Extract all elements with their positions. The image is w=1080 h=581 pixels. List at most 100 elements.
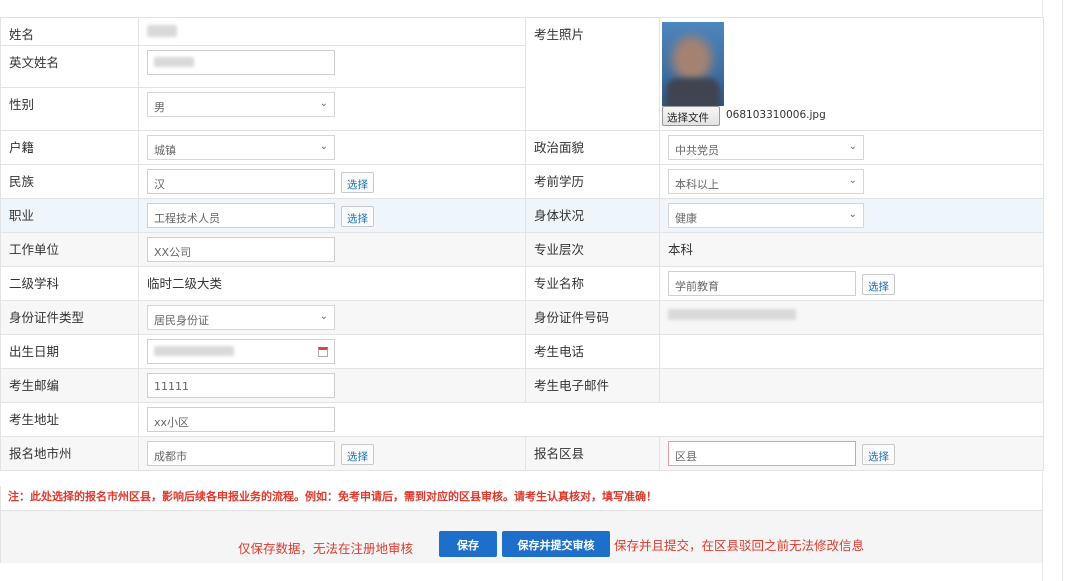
hukou-value-cell: 城镇 ⌄ <box>138 130 526 165</box>
english-name-value-cell <box>138 45 526 88</box>
postcode-input[interactable]: 11111 <box>147 373 335 398</box>
address-label: 考生地址 <box>9 412 60 427</box>
name-value-cell <box>138 17 526 46</box>
choose-file-button[interactable]: 选择文件 <box>662 106 720 126</box>
health-label-cell: 身体状况 <box>525 198 660 233</box>
gender-select[interactable]: 男 ⌄ <box>147 92 335 117</box>
chevron-down-icon: ⌄ <box>319 98 328 109</box>
phone-label: 考生电话 <box>534 344 585 359</box>
save-submit-button[interactable]: 保存并提交审核 <box>502 531 610 557</box>
subject-label-cell: 二级学科 <box>0 266 139 301</box>
gender-label: 性别 <box>9 97 35 112</box>
birth-date-input[interactable] <box>147 339 335 364</box>
birth-label-cell: 出生日期 <box>0 334 139 369</box>
political-label-cell: 政治面貌 <box>525 130 660 165</box>
phone-value-cell <box>659 334 1044 369</box>
district-input[interactable]: 区县 <box>668 441 856 466</box>
subject-value-cell: 临时二级大类 <box>138 266 526 301</box>
submit-hint: 保存并且提交，在区县驳回之前无法修改信息 <box>614 538 865 553</box>
warning-note: 注：此处选择的报名市州区县，影响后续各申报业务的流程。例如：免考申请后，需到对应… <box>8 490 657 503</box>
id-type-label: 身份证件类型 <box>9 310 85 325</box>
hukou-select[interactable]: 城镇 ⌄ <box>147 135 335 160</box>
address-value-cell: xx小区 <box>138 402 1044 437</box>
scroll-track <box>1062 0 1063 581</box>
birth-label: 出生日期 <box>9 344 60 359</box>
occupation-label: 职业 <box>9 208 35 223</box>
email-label-cell: 考生电子邮件 <box>525 368 660 403</box>
postcode-label-cell: 考生邮编 <box>0 368 139 403</box>
district-value-cell: 区县 选择 <box>659 436 1044 471</box>
occupation-pick-button[interactable]: 选择 <box>341 206 374 227</box>
city-pick-button[interactable]: 选择 <box>341 444 374 465</box>
major-level-value: 本科 <box>668 242 694 257</box>
ethnic-label: 民族 <box>9 174 35 189</box>
city-value-cell: 成都市 选择 <box>138 436 526 471</box>
save-button[interactable]: 保存 <box>439 531 497 557</box>
id-type-label-cell: 身份证件类型 <box>0 300 139 335</box>
district-label: 报名区县 <box>534 446 585 461</box>
employer-label-cell: 工作单位 <box>0 232 139 267</box>
birth-date-redacted <box>154 346 234 356</box>
student-photo <box>662 22 724 106</box>
political-value: 中共党员 <box>675 144 719 157</box>
photo-label-cell: 考生照片 <box>525 17 660 131</box>
id-number-value-cell <box>659 300 1044 335</box>
major-name-pick-button[interactable]: 选择 <box>862 274 895 295</box>
health-value: 健康 <box>675 212 697 225</box>
hukou-label: 户籍 <box>9 140 35 155</box>
major-name-value-cell: 学前教育 选择 <box>659 266 1044 301</box>
district-label-cell: 报名区县 <box>525 436 660 471</box>
save-hint: 仅保存数据，无法在注册地审核 <box>238 541 414 556</box>
chevron-down-icon: ⌄ <box>848 141 857 152</box>
email-value-cell <box>659 368 1044 403</box>
occupation-label-cell: 职业 <box>0 198 139 233</box>
chevron-down-icon: ⌄ <box>848 175 857 186</box>
name-label-cell: 姓名 <box>0 17 139 46</box>
hukou-label-cell: 户籍 <box>0 130 139 165</box>
political-label: 政治面貌 <box>534 140 585 155</box>
political-select[interactable]: 中共党员 ⌄ <box>668 135 864 160</box>
gender-label-cell: 性别 <box>0 87 139 131</box>
major-name-label: 专业名称 <box>534 276 585 291</box>
birth-value-cell <box>138 334 526 369</box>
subject-value: 临时二级大类 <box>147 276 223 291</box>
major-level-value-cell: 本科 <box>659 232 1044 267</box>
english-name-input[interactable] <box>147 50 335 75</box>
employer-value-cell: XX公司 <box>138 232 526 267</box>
address-input[interactable]: xx小区 <box>147 407 335 432</box>
phone-label-cell: 考生电话 <box>525 334 660 369</box>
education-value: 本科以上 <box>675 178 719 191</box>
occupation-input[interactable]: 工程技术人员 <box>147 203 335 228</box>
ethnic-input[interactable]: 汉 <box>147 169 335 194</box>
registration-form: 姓名 考生照片 英文姓名 性别 男 ⌄ 户籍 城镇 ⌄ 政治面貌 中共党员 ⌄ 民族 … <box>0 17 1044 471</box>
city-input[interactable]: 成都市 <box>147 441 335 466</box>
id-number-label-cell: 身份证件号码 <box>525 300 660 335</box>
id-type-select[interactable]: 居民身份证 ⌄ <box>147 305 335 330</box>
address-label-cell: 考生地址 <box>0 402 139 437</box>
id-type-value-cell: 居民身份证 ⌄ <box>138 300 526 335</box>
subject-label: 二级学科 <box>9 276 60 291</box>
english-name-label: 英文姓名 <box>9 55 60 70</box>
chevron-down-icon: ⌄ <box>319 141 328 152</box>
education-select[interactable]: 本科以上 ⌄ <box>668 169 864 194</box>
ethnic-pick-button[interactable]: 选择 <box>341 172 374 193</box>
education-label: 考前学历 <box>534 174 585 189</box>
english-name-redacted <box>154 57 194 67</box>
health-select[interactable]: 健康 ⌄ <box>668 203 864 228</box>
calendar-icon[interactable] <box>318 347 328 357</box>
file-name: 068103310006.jpg <box>726 109 826 121</box>
district-pick-button[interactable]: 选择 <box>862 444 895 465</box>
employer-input[interactable]: XX公司 <box>147 237 335 262</box>
english-name-label-cell: 英文姓名 <box>0 45 139 88</box>
name-label: 姓名 <box>9 27 35 42</box>
id-type-value: 居民身份证 <box>154 314 209 327</box>
major-name-input[interactable]: 学前教育 <box>668 271 856 296</box>
chevron-down-icon: ⌄ <box>848 209 857 220</box>
gender-value-cell: 男 ⌄ <box>138 87 526 131</box>
hukou-value: 城镇 <box>154 144 176 157</box>
education-label-cell: 考前学历 <box>525 164 660 199</box>
chevron-down-icon: ⌄ <box>319 311 328 322</box>
photo-label: 考生照片 <box>534 27 585 42</box>
city-label: 报名地市州 <box>9 446 72 461</box>
major-level-label-cell: 专业层次 <box>525 232 660 267</box>
